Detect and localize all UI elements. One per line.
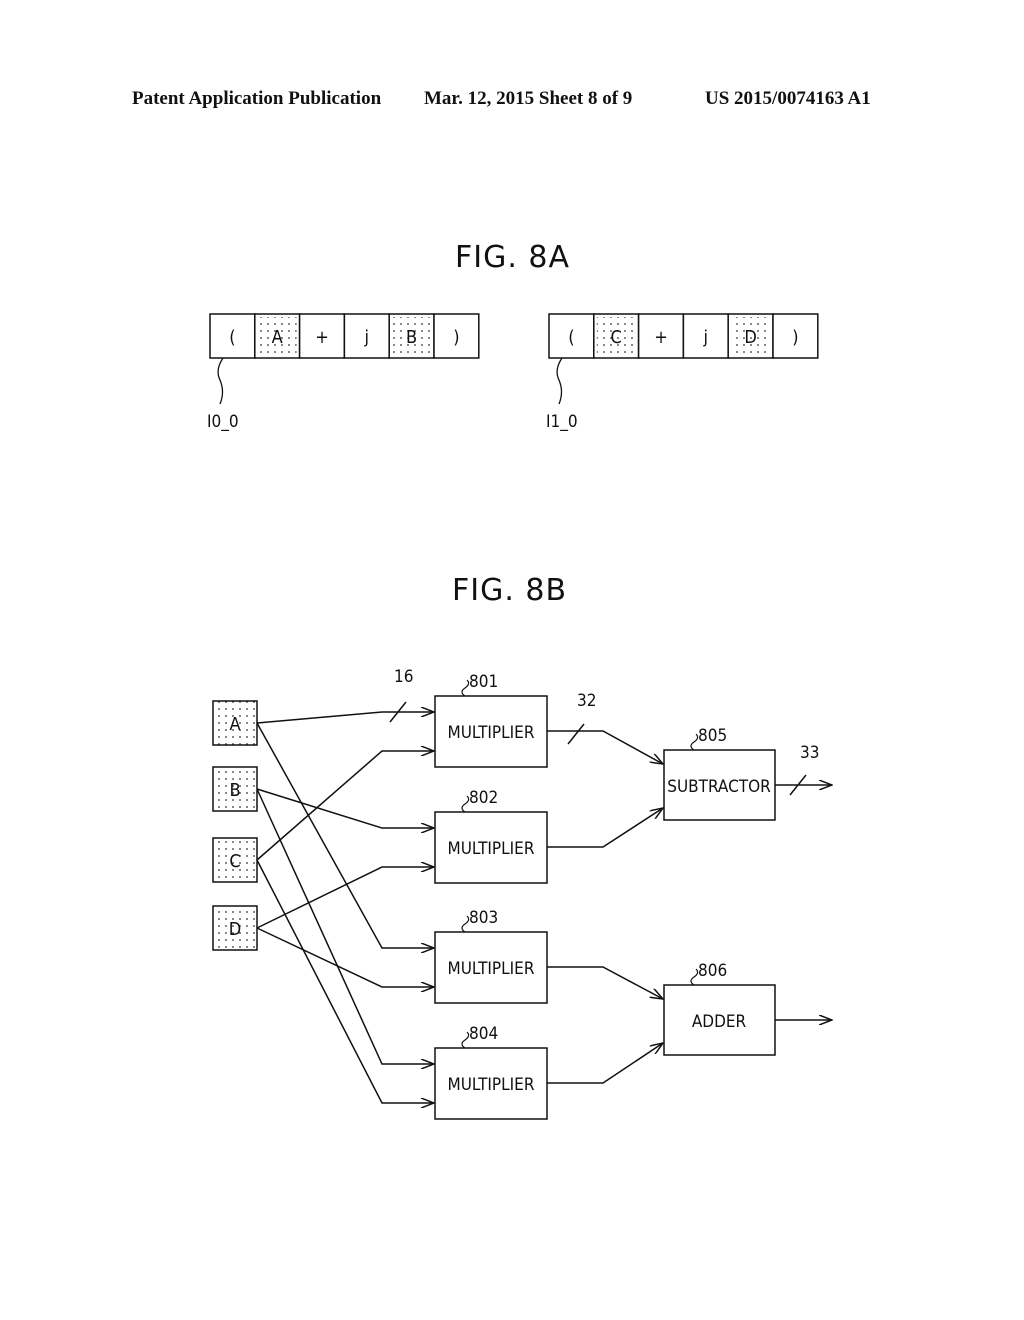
adder-label: ADDER bbox=[692, 1012, 747, 1032]
diagram-canvas: ( A + j B) I0_0 ( C + j D) I1_0 A B C D MULTIPLIER 801 M… bbox=[207, 313, 1024, 1120]
bus-width-output: 33 bbox=[800, 743, 819, 763]
register-cell-text: C bbox=[611, 327, 622, 348]
subtractor-ref: 805 bbox=[698, 726, 727, 746]
product-wire bbox=[547, 808, 663, 848]
multiplier-ref: 803 bbox=[469, 908, 498, 928]
multiplier-label: MULTIPLIER bbox=[448, 723, 535, 743]
multiplier-label: MULTIPLIER bbox=[448, 839, 535, 859]
multiplier-ref: 802 bbox=[469, 788, 498, 808]
signal-wire bbox=[256, 788, 434, 828]
register-cell-text: ( bbox=[568, 327, 574, 348]
bus-width-product: 32 bbox=[577, 691, 596, 711]
ref-leader bbox=[461, 795, 470, 813]
signal-wire bbox=[256, 712, 434, 724]
register-cell-text: ) bbox=[453, 327, 459, 348]
adder-ref: 806 bbox=[698, 961, 727, 981]
bus-tick bbox=[567, 723, 585, 745]
ref-leader bbox=[690, 733, 699, 751]
ref-leader bbox=[690, 968, 699, 986]
register-i1-0: ( C + j D) I1_0 bbox=[546, 313, 819, 432]
signal-wire bbox=[256, 859, 434, 1103]
register-cell-text: j bbox=[703, 327, 709, 348]
subtractor-label: SUBTRACTOR bbox=[667, 777, 771, 797]
ref-leader bbox=[461, 1031, 470, 1049]
register-cell-text: + bbox=[315, 327, 329, 348]
input-label: B bbox=[229, 780, 240, 801]
register-label: I0_0 bbox=[207, 412, 239, 432]
multiplier-label: MULTIPLIER bbox=[448, 959, 535, 979]
multiplier-ref: 804 bbox=[469, 1024, 498, 1044]
signal-wire bbox=[256, 927, 434, 987]
multiplier-label: MULTIPLIER bbox=[448, 1075, 535, 1095]
register-cell-text: ( bbox=[229, 327, 235, 348]
ref-leader bbox=[461, 679, 470, 697]
ref-leader bbox=[461, 915, 470, 933]
leader-line bbox=[217, 357, 224, 405]
product-wire bbox=[547, 966, 663, 999]
register-cell-text: B bbox=[406, 327, 417, 348]
product-wire bbox=[547, 1043, 663, 1084]
product-wire bbox=[547, 730, 663, 764]
input-label: A bbox=[229, 714, 240, 735]
signal-wire bbox=[256, 867, 434, 929]
bus-width-input: 16 bbox=[394, 667, 413, 687]
register-cell-text: j bbox=[364, 327, 370, 348]
register-cell-text: + bbox=[654, 327, 668, 348]
register-label: I1_0 bbox=[546, 412, 578, 432]
input-label: D bbox=[229, 919, 241, 940]
multiplier-ref: 801 bbox=[469, 672, 498, 692]
leader-line bbox=[556, 357, 563, 405]
register-i0-0: ( A + j B) I0_0 bbox=[207, 313, 480, 432]
signal-wire bbox=[256, 788, 434, 1064]
register-cell-text: D bbox=[744, 327, 756, 348]
input-label: C bbox=[229, 851, 240, 872]
register-cell-text: ) bbox=[792, 327, 798, 348]
register-cell-text: A bbox=[272, 327, 283, 348]
signal-wire bbox=[256, 751, 434, 861]
